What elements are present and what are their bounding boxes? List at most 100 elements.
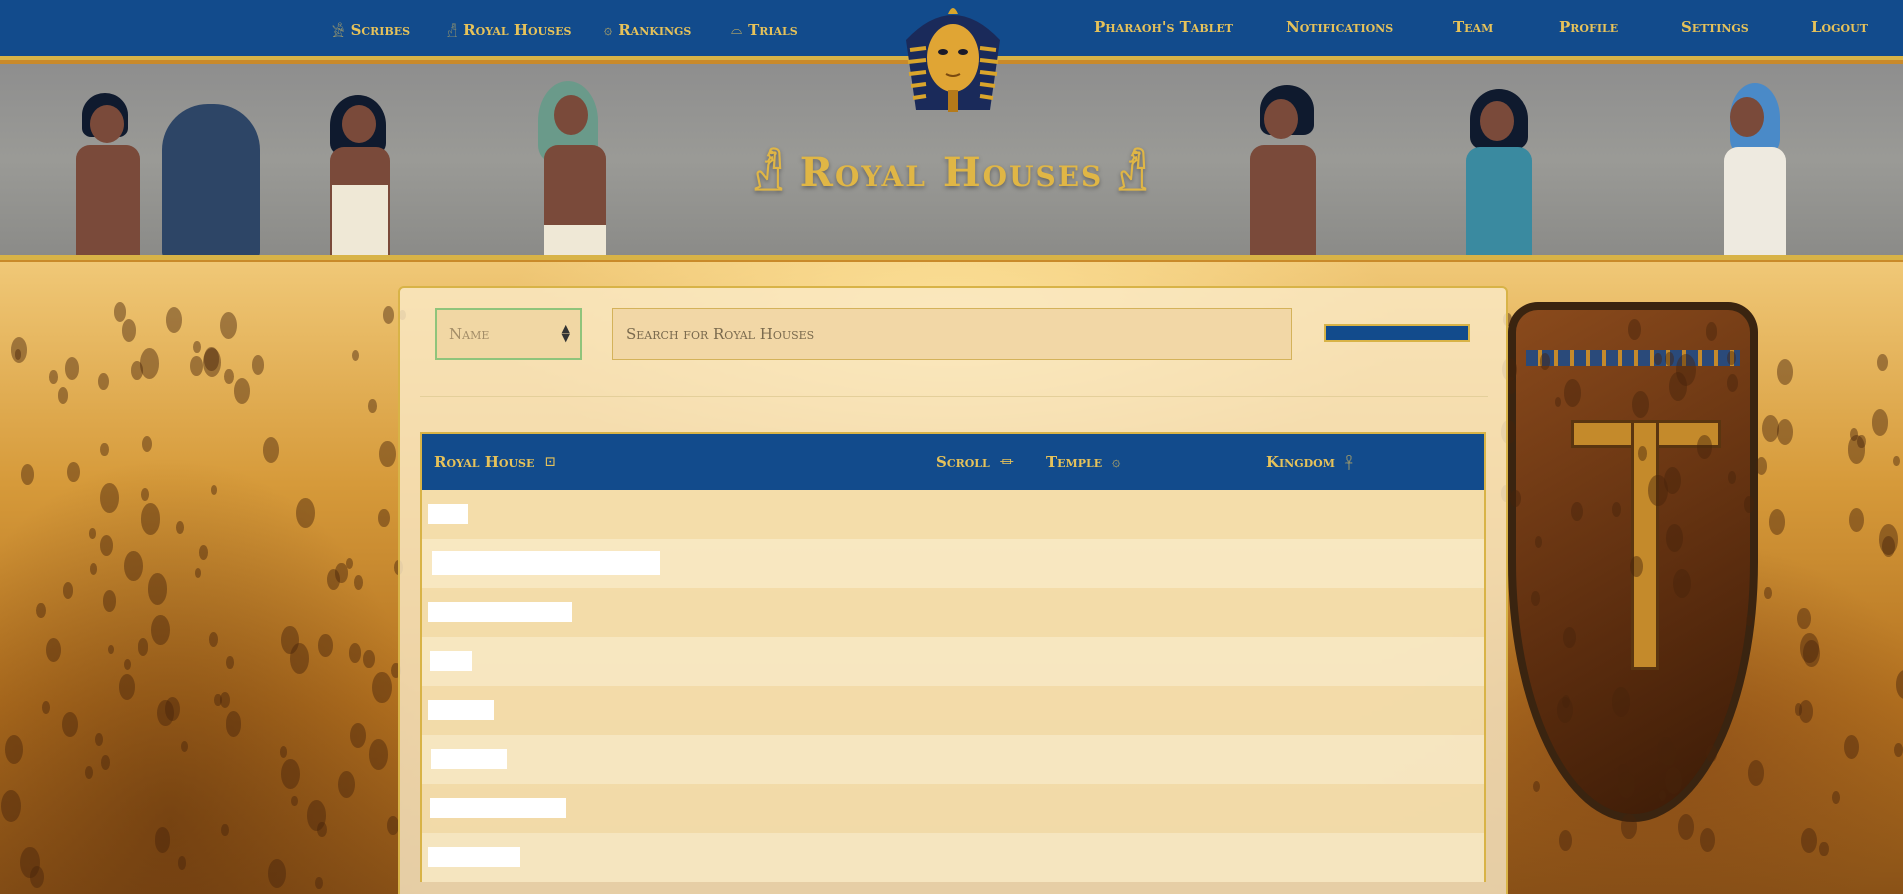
page-title: 𓀭 Royal Houses 𓀭 <box>0 134 1903 204</box>
table-row[interactable] <box>422 686 1484 735</box>
crowd-figure <box>382 306 394 324</box>
column-header-royal-house[interactable]: Royal House ⊡ <box>434 434 556 490</box>
crowd-figure <box>1696 435 1712 459</box>
search-button[interactable] <box>1324 324 1470 342</box>
nav-notifications[interactable]: Notifications <box>1286 0 1393 57</box>
crowd-figure <box>140 503 161 535</box>
crowd-figure <box>1893 743 1903 758</box>
crowd-figure <box>124 551 143 582</box>
table-row[interactable] <box>422 490 1484 539</box>
crowd-figure <box>353 575 363 590</box>
crowd-figure <box>49 370 58 384</box>
crowd-figure <box>345 557 353 570</box>
sort-select[interactable]: Name ▲ ▼ <box>435 308 582 360</box>
crowd-figure <box>147 572 168 605</box>
pharaoh-mask-logo[interactable] <box>896 0 1010 120</box>
crowd-figure <box>177 856 187 871</box>
crowd-figure <box>131 361 144 380</box>
crowd-figure <box>1534 535 1543 548</box>
table-row[interactable] <box>422 784 1484 833</box>
crowd-figure <box>98 372 109 390</box>
crowd-figure <box>121 319 136 343</box>
crowd-figure <box>219 311 237 339</box>
table-row[interactable] <box>422 539 1484 588</box>
crowd-figure <box>1554 397 1561 408</box>
royal-house-name[interactable] <box>430 798 566 818</box>
crowd-figure <box>198 545 208 560</box>
nav-logout[interactable]: Logout <box>1811 0 1868 57</box>
nav-team[interactable]: Team <box>1453 0 1493 57</box>
royal-houses-table: Royal House ⊡ Scroll ⏛ Temple ۞ Kingdom … <box>420 432 1486 882</box>
crowd-figure <box>1848 507 1865 533</box>
crowd-figure <box>1857 434 1866 449</box>
crowd-figure <box>268 859 287 889</box>
nav-trials[interactable]: ⌓ Trials <box>731 0 798 60</box>
crowd-figure <box>1761 414 1779 442</box>
crowd-figure <box>1705 322 1718 341</box>
crowd-figure <box>57 387 69 405</box>
royal-house-name[interactable] <box>430 651 472 671</box>
nav-profile[interactable]: Profile <box>1559 0 1618 57</box>
crowd-figure <box>11 337 28 364</box>
royal-house-name[interactable] <box>428 847 520 867</box>
table-row[interactable] <box>422 588 1484 637</box>
column-header-kingdom[interactable]: Kingdom 𓋹 <box>1266 434 1353 490</box>
nav-logout-label: Logout <box>1811 18 1868 36</box>
royal-house-name[interactable] <box>432 551 660 575</box>
crowd-figure <box>1637 445 1648 461</box>
crowd-figure <box>1533 781 1541 793</box>
temple-icon: ۞ <box>1112 454 1121 470</box>
nav-scribes[interactable]: 𓀀 Scribes <box>332 0 410 60</box>
nav-pharaohs-tablet-label: Pharaoh's Tablet <box>1094 18 1233 36</box>
crowd-figure <box>100 442 109 456</box>
crowd-figure <box>150 615 170 646</box>
crowd-figure <box>220 691 231 708</box>
crowd-figure <box>314 876 323 890</box>
column-header-temple[interactable]: Temple ۞ <box>1046 434 1120 490</box>
crowd-figure <box>1844 735 1860 760</box>
crowd-figure <box>1871 409 1889 436</box>
nav-royal-houses[interactable]: 𓀭 Royal Houses <box>447 0 571 60</box>
crowd-figure <box>64 356 79 380</box>
nav-scribes-label: Scribes <box>350 21 411 39</box>
crowd-figure <box>154 827 171 853</box>
table-row[interactable] <box>422 735 1484 784</box>
crowd-figure <box>5 734 24 764</box>
nav-rankings[interactable]: ۞ Rankings <box>604 0 691 60</box>
crowd-figure <box>1747 760 1764 786</box>
crowd-figure <box>1571 501 1584 521</box>
nav-trials-label: Trials <box>748 21 798 39</box>
crowd-figure <box>221 824 229 837</box>
crowd-figure <box>1563 627 1576 648</box>
table-row[interactable] <box>422 833 1484 882</box>
crowd-figure <box>368 399 377 414</box>
crowd-figure <box>208 632 218 647</box>
nav-settings[interactable]: Settings <box>1681 0 1749 57</box>
royal-house-name[interactable] <box>428 602 572 622</box>
column-header-scroll[interactable]: Scroll ⏛ <box>936 434 1014 490</box>
crowd-figure <box>1509 489 1521 508</box>
cartouche-icon: ⊡ <box>544 454 557 470</box>
crowd-figure <box>295 497 315 529</box>
royal-house-name[interactable] <box>431 749 507 769</box>
crowd-figure <box>1819 841 1829 857</box>
nav-pharaohs-tablet[interactable]: Pharaoh's Tablet <box>1094 0 1233 57</box>
crowd-figure <box>1557 697 1574 723</box>
crowd-figure <box>89 563 97 575</box>
crowd-figure <box>1658 789 1666 802</box>
crowd-figure <box>1895 670 1903 699</box>
crowd-figure <box>1849 427 1858 441</box>
crowd-figure <box>118 674 135 700</box>
crowd-figure <box>1893 455 1901 467</box>
crowd-figure <box>1743 495 1755 513</box>
table-header: Royal House ⊡ Scroll ⏛ Temple ۞ Kingdom … <box>422 434 1484 490</box>
table-row[interactable] <box>422 637 1484 686</box>
sort-select-value: Name <box>449 325 490 343</box>
select-arrows-icon: ▲ ▼ <box>561 322 570 344</box>
royal-house-name[interactable] <box>428 504 468 524</box>
crowd-figure <box>1629 556 1643 577</box>
royal-house-name[interactable] <box>428 700 494 720</box>
crowd-figure <box>1877 353 1889 372</box>
search-input[interactable] <box>612 308 1292 360</box>
crowd-figure <box>211 484 218 495</box>
